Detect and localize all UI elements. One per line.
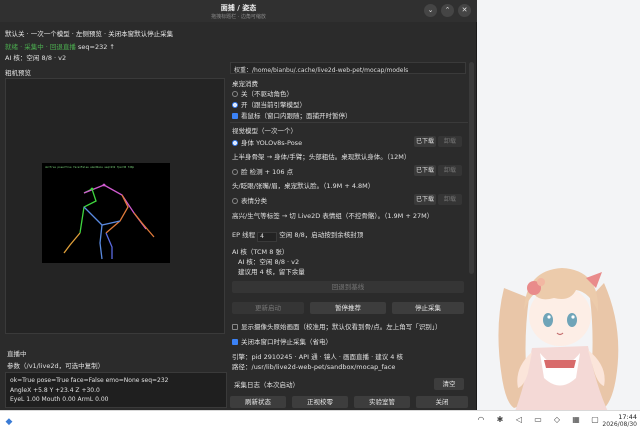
cursor-follow-label: 看鼠标（窗口内跟随；面捕开时暂停） [241,112,352,120]
clock-time: 17:44 [618,413,637,421]
model-emotion-label: 表情分类 [241,197,267,205]
minimize-button[interactable]: ⌄ [424,4,437,17]
params-line: AngleX +5.8 Y +23.4 Z +30.0 [10,386,100,394]
lab-button[interactable]: 实验室管 [354,396,410,408]
log-title: 采集日志（本次启动） [234,381,299,389]
status-seq: seq=232 ↑ [77,43,115,51]
system-tray: ◠ ✱ ◁ ▭ ◇ ▦ ▢ [476,415,600,424]
rollback-button[interactable]: 回退到基线 [232,281,464,293]
desktop-consume-title: 桌宠消费 [232,80,258,88]
model-body-downloaded-badge: 已下载 [414,136,436,147]
pause-button[interactable]: 暂停推荐 [310,302,386,314]
keyboard-icon[interactable]: ▦ [571,415,581,424]
vision-title: 视觉模型（一次一个） [232,127,297,135]
mocap-window: 面捕 / 姿态 拖拽标题栏 · 边角可缩放 ⌄ ⌃ ✕ 默认关 · 一次一个模型… [0,0,477,410]
params-label: 参数（/v1/live2d，可选中复制） [7,362,105,370]
preview-frame: ok=True pose=True face=False emo=None se… [5,78,225,334]
settings-pane: 权重：/home/bianbu/.cache/live2d-web-pet/mo… [230,62,470,408]
stop-capture-button[interactable]: 停止采集 [392,302,464,314]
refresh-status-button[interactable]: 刷新状态 [230,396,286,408]
live2d-mascot[interactable] [484,228,640,418]
section-divider [230,122,468,123]
wifi-icon[interactable]: ◠ [476,415,486,424]
engine-path: 路径：/usr/lib/live2d-web-pet/sandbox/mocap… [232,363,396,371]
checkbox-icon [232,324,238,330]
params-line: EyeL 1.00 Mouth 0.00 ArmL 0.00 [10,396,109,403]
model-face-unload-button[interactable]: 卸载 [438,165,462,176]
model-face-desc: 头/眨眼/张嘴/眉，桌宠默认脸。（1.9M + 4.8M） [232,182,375,190]
model-face-label: 脸 检测 + 106 点 [241,168,294,176]
window-title: 面捕 / 姿态 [220,4,257,12]
params-line: ok=True pose=True face=False emo=None se… [10,377,169,384]
consume-on-radio[interactable]: 开（跟当前引擎模型） [232,99,306,109]
model-body-label: 身体 YOLOv8s-Pose [241,139,303,147]
status-text: 就绪 · 采集中 · 回退直播 [5,43,76,51]
auto-stop-label: 关闭本窗口时停止采集（省电） [241,338,332,346]
ai-core-line: 建议用 4 核，留下余量 [238,268,305,276]
model-emotion-downloaded-badge: 已下载 [414,194,436,205]
live-label: 直播中 [7,350,27,358]
ep-thread-row: EP 线程 4 空闲 8/8，启动按到余核封顶 [232,229,363,242]
radio-icon [232,169,238,175]
show-camera-checkbox[interactable]: 显示摄像头原始画面（校准用；默认仅看到骨/点。左上角写「识别」） [232,321,441,331]
engine-info: 引擎：pid 2910245 · API 通 · 镜人 · 画面直播 · 建议 … [232,353,403,361]
model-emotion-unload-button[interactable]: 卸载 [438,194,462,205]
calibrate-zero-button[interactable]: 正视校零 [292,396,348,408]
network-icon[interactable]: ◇ [552,415,562,424]
checkbox-checked-icon [232,113,238,119]
model-path-field[interactable]: 权重：/home/bianbu/.cache/live2d-web-pet/mo… [230,62,466,74]
window-subtitle: 拖拽标题栏 · 边角可缩放 [211,14,266,20]
notification-icon[interactable]: ▢ [590,415,600,424]
pose-caption: ok=True pose=True face=False emo=None se… [45,165,134,169]
ai-core-line: AI 核：空闲 8/8 · v2 [238,258,300,266]
pose-skeleton-canvas: ok=True pose=True face=False emo=None se… [42,163,170,263]
status-line: 就绪 · 采集中 · 回退直播 seq=232 ↑ [5,41,115,51]
auto-stop-checkbox[interactable]: 关闭本窗口时停止采集（省电） [232,336,332,346]
preview-title: 粗机预览 [5,69,31,77]
checkbox-checked-icon [232,339,238,345]
model-emotion-desc: 高兴/生气等标签 → 切 Live2D 表情组（不控骨骼）。（1.9M + 27… [232,212,434,220]
settings-scrollbar[interactable] [469,62,474,274]
bottom-button-row: 刷新状态 正视校零 实验室管 关闭 [230,396,470,408]
window-titlebar[interactable]: 面捕 / 姿态 拖拽标题栏 · 边角可缩放 ⌄ ⌃ ✕ [0,0,477,22]
model-face-downloaded-badge: 已下载 [414,165,436,176]
close-button[interactable]: ✕ [458,4,471,17]
consume-off-label: 关（不驱动角色） [241,90,293,98]
model-body-unload-button[interactable]: 卸载 [438,136,462,147]
model-body-radio[interactable]: 身体 YOLOv8s-Pose [232,137,302,147]
update-start-button[interactable]: 更新启动 [232,302,304,314]
clock-date: 2026/08/30 [602,421,637,428]
consume-off-radio[interactable]: 关（不驱动角色） [232,88,293,98]
consume-on-label: 开（跟当前引擎模型） [241,101,306,109]
radio-icon [232,198,238,204]
start-menu-icon[interactable]: ◆ [2,414,16,429]
clock[interactable]: 17:44 2026/08/30 [602,413,637,429]
radio-selected-icon [232,102,238,108]
ep-thread-spinbox[interactable]: 4 [257,232,278,242]
ep-thread-label: EP 线程 [232,231,256,239]
radio-icon [232,91,238,97]
params-output[interactable]: ok=True pose=True face=False emo=None se… [5,372,227,408]
bluetooth-icon[interactable]: ✱ [495,415,505,424]
volume-icon[interactable]: ◁ [514,415,524,424]
pose-skeleton [63,183,155,260]
close-window-button[interactable]: 关闭 [416,396,468,408]
cursor-follow-checkbox[interactable]: 看鼠标（窗口内跟随；面捕开时暂停） [232,110,352,120]
radio-selected-icon [232,140,238,146]
model-face-radio[interactable]: 脸 检测 + 106 点 [232,166,293,176]
model-body-desc: 上半身骨架 → 身体/手臂；头部粗估。桌现默认身体。（12M） [232,153,411,161]
ep-thread-info: 空闲 8/8，启动按到余核封顶 [279,231,364,239]
maximize-button[interactable]: ⌃ [441,4,454,17]
taskbar: ◆ ◠ ✱ ◁ ▭ ◇ ▦ ▢ 17:44 2026/08/30 [0,410,640,432]
model-emotion-radio[interactable]: 表情分类 [232,195,267,205]
preview-pane: 粗机预览 ok=True pose=True face=False emo=No… [3,64,227,408]
clear-log-button[interactable]: 清空 [434,378,464,390]
battery-icon[interactable]: ▭ [533,415,543,424]
ai-core-title: AI 核（TCM 8 张） [232,248,289,256]
log-header: 采集日志（本次启动） 清空 [230,376,468,392]
hint-text: 默认关 · 一次一个模型 · 左侧预览 · 关闭本窗默认停止采集 [5,30,174,38]
show-camera-label: 显示摄像头原始画面（校准用；默认仅看到骨/点。左上角写「识别」） [241,323,442,331]
ai-core-status: AI 核：空闲 8/8 · v2 [5,54,67,62]
